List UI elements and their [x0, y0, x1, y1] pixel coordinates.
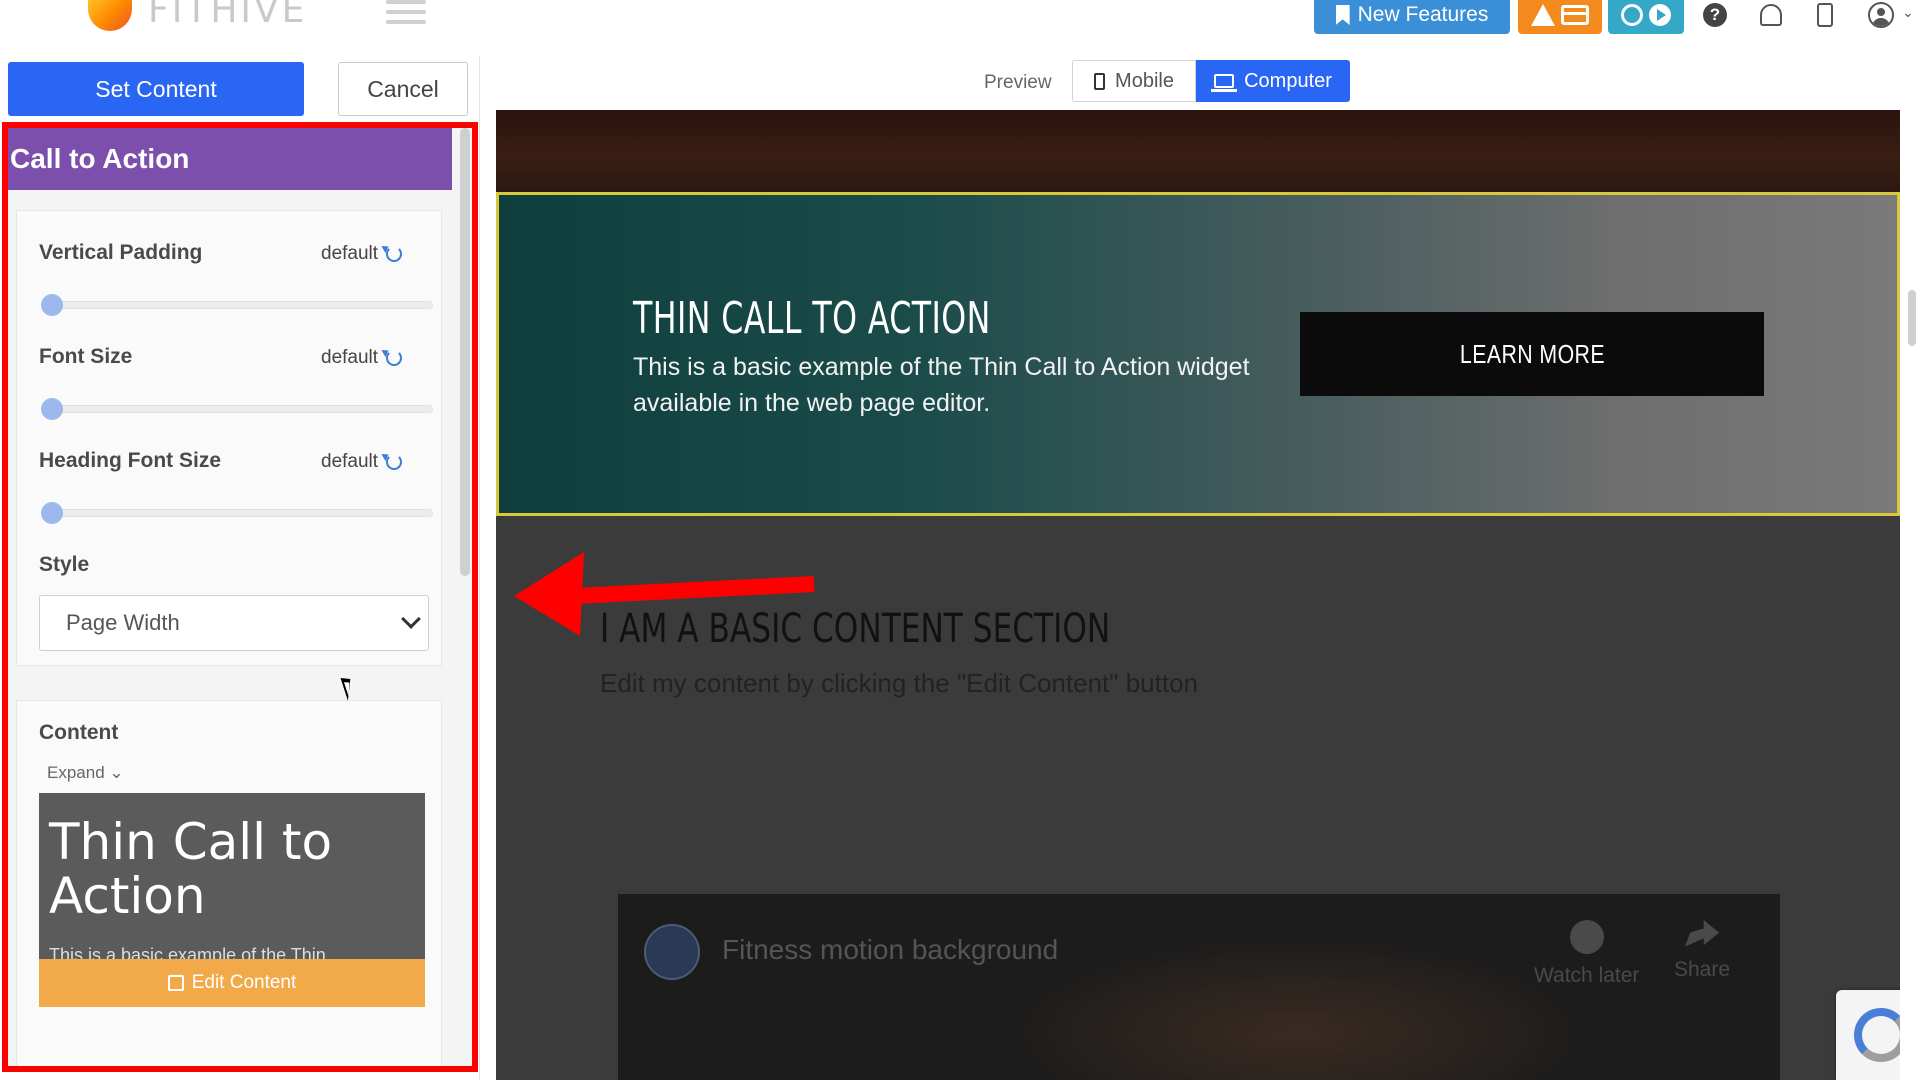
content-preview: Thin Call to Action This is a basic exam… — [39, 793, 425, 959]
font-size-slider[interactable] — [41, 398, 433, 420]
logo-mark — [88, 0, 132, 31]
channel-avatar[interactable] — [644, 924, 700, 980]
watch-later-button[interactable]: Watch later — [1534, 920, 1639, 988]
heading-font-size-label: Heading Font Size — [39, 449, 222, 472]
edit-content-label: Edit Content — [191, 972, 297, 993]
canvas-scrollbar[interactable] — [1908, 290, 1916, 346]
font-size-label: Font Size — [39, 345, 133, 368]
video-title[interactable]: Fitness motion background — [722, 934, 1058, 966]
panel-divider — [479, 56, 480, 1080]
help-icon: ? — [1703, 3, 1727, 27]
content-preview-title: Thin Call to Action — [49, 813, 333, 925]
mobile-view-button[interactable]: Mobile — [1072, 60, 1196, 102]
content-preview-text: This is a basic example of the Thin — [49, 945, 326, 959]
timer-icon — [1621, 4, 1643, 26]
edit-icon — [167, 975, 184, 991]
top-bar: FITHIVE New Features ? ⌄ — [0, 0, 1920, 56]
font-size-value: default — [321, 347, 379, 368]
learn-more-label: LEARN MORE — [1459, 338, 1605, 369]
video-embed[interactable]: Fitness motion background Watch later Sh… — [618, 894, 1780, 1080]
content-label: Content — [39, 721, 119, 744]
alert-billing-button[interactable] — [1518, 0, 1602, 34]
bookmark-icon — [1335, 5, 1350, 25]
panel-title: Call to Action — [8, 128, 452, 190]
edit-content-button[interactable]: Edit Content — [39, 959, 425, 1007]
vertical-padding-slider[interactable] — [41, 294, 433, 316]
logo-text: FITHIVE — [148, 0, 308, 31]
user-menu-button[interactable] — [1866, 0, 1896, 30]
computer-view-button[interactable]: Computer — [1196, 60, 1350, 102]
computer-view-label: Computer — [1244, 69, 1332, 92]
recaptcha-icon — [1854, 1008, 1900, 1062]
thin-cta-section[interactable]: THIN CALL TO ACTION This is a basic exam… — [496, 192, 1900, 516]
cancel-button[interactable]: Cancel — [338, 62, 468, 116]
preview-label: Preview — [984, 72, 1052, 93]
set-content-button[interactable]: Set Content — [8, 62, 304, 116]
reset-icon — [386, 246, 403, 262]
laptop-icon — [1211, 74, 1238, 92]
expand-link[interactable]: Expand ⌄ — [47, 763, 124, 783]
reset-icon — [386, 454, 403, 470]
style-select[interactable]: Page Width — [39, 595, 429, 651]
timer-button[interactable] — [1608, 0, 1684, 34]
card-icon — [1561, 5, 1589, 25]
mobile-view-label: Mobile — [1115, 69, 1174, 92]
vertical-padding-label: Vertical Padding — [39, 241, 203, 264]
widget-settings-panel: Call to Action Vertical Padding default … — [8, 128, 472, 1072]
logo[interactable]: FITHIVE — [88, 0, 307, 31]
header-image-section[interactable] — [496, 110, 1900, 192]
slider-thumb[interactable] — [41, 294, 63, 316]
chevron-down-icon — [401, 609, 421, 629]
heading-font-size-value: default — [321, 451, 379, 472]
expand-label: Expand — [47, 763, 105, 782]
clock-icon — [1569, 920, 1604, 954]
recaptcha-badge[interactable] — [1836, 990, 1900, 1080]
content-card: Content Expand ⌄ Thin Call to Action Thi… — [16, 700, 442, 1072]
slider-thumb[interactable] — [41, 502, 63, 524]
user-icon — [1868, 2, 1894, 28]
heading-font-size-slider[interactable] — [41, 502, 433, 524]
vertical-padding-reset[interactable]: default — [321, 243, 403, 265]
style-label: Style — [39, 553, 90, 576]
font-size-reset[interactable]: default — [321, 347, 403, 369]
panel-scrollbar[interactable] — [460, 128, 470, 576]
red-arrow-icon — [514, 552, 815, 636]
notifications-button[interactable] — [1756, 0, 1786, 30]
share-label: Share — [1674, 958, 1731, 981]
page-canvas[interactable]: THIN CALL TO ACTION This is a basic exam… — [496, 110, 1900, 1080]
mobile-icon — [1094, 72, 1106, 90]
share-button[interactable]: Share — [1674, 920, 1730, 982]
cta-heading: THIN CALL TO ACTION — [633, 293, 991, 344]
slider-thumb[interactable] — [41, 398, 63, 420]
mobile-app-button[interactable] — [1810, 0, 1840, 30]
heading-font-size-reset[interactable]: default — [321, 451, 403, 473]
basic-section-text: Edit my content by clicking the "Edit Co… — [600, 668, 1198, 698]
vertical-padding-value: default — [321, 243, 379, 264]
reset-icon — [386, 350, 403, 366]
watch-later-label: Watch later — [1534, 964, 1640, 987]
bell-icon — [1760, 4, 1782, 26]
cta-text: This is a basic example of the Thin Call… — [633, 353, 1250, 417]
chevron-down-icon[interactable]: ⌄ — [1902, 4, 1914, 21]
learn-more-button[interactable]: LEARN MORE — [1300, 312, 1764, 396]
style-select-value: Page Width — [66, 610, 180, 635]
share-icon — [1685, 920, 1720, 947]
hamburger-menu-icon[interactable] — [386, 0, 426, 28]
help-button[interactable]: ? — [1700, 0, 1730, 30]
new-features-button[interactable]: New Features — [1314, 0, 1510, 34]
warning-icon — [1531, 4, 1555, 26]
settings-card: Vertical Padding default Font Size defau… — [16, 210, 442, 666]
phone-icon — [1817, 3, 1833, 27]
play-icon — [1649, 4, 1671, 26]
new-features-label: New Features — [1357, 3, 1489, 26]
